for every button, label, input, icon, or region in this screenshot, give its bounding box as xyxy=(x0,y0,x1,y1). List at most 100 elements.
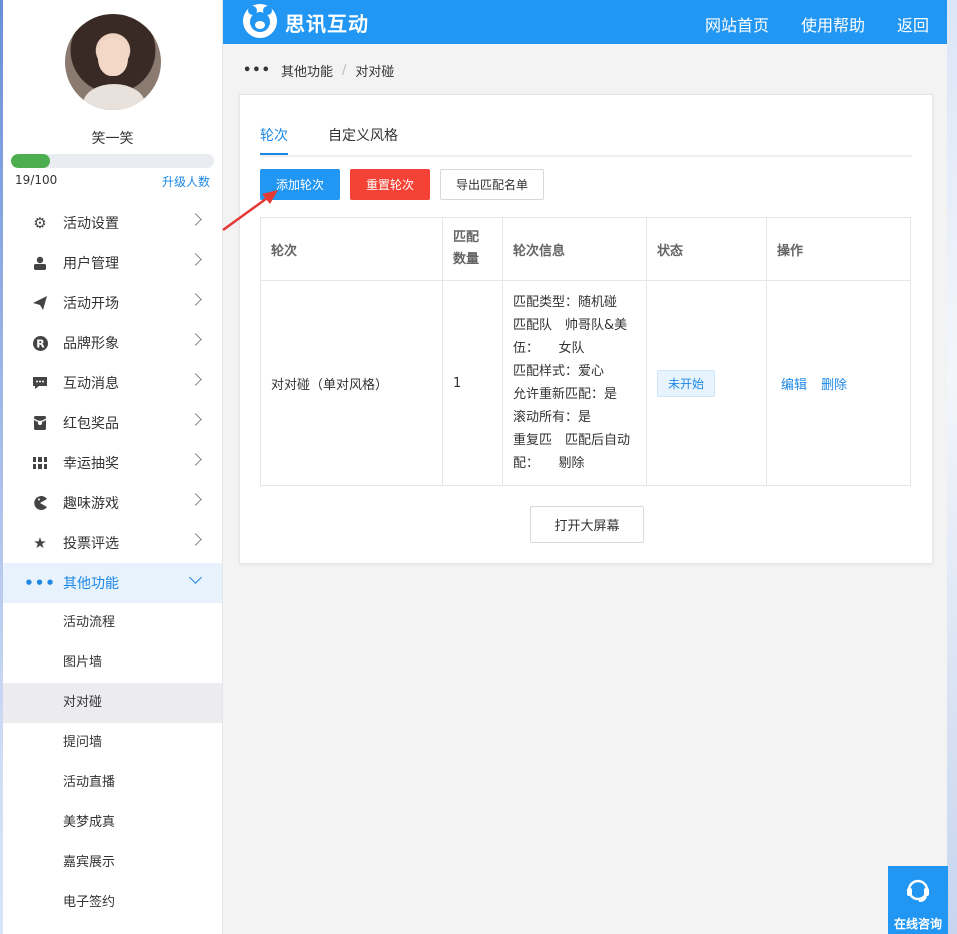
more-dots-icon: ••• xyxy=(243,63,271,78)
main-content: ••• 其他功能 / 对对碰 轮次 自定义风格 添加轮次 重置轮次 导出匹配名单… xyxy=(223,44,947,934)
sidebar-item-voting[interactable]: ★ 投票评选 xyxy=(3,523,222,563)
chevron-right-icon xyxy=(189,413,202,426)
info-line: 配： 剔除 xyxy=(513,456,585,471)
submenu-item-guest-display[interactable]: 嘉宾展示 xyxy=(3,843,222,883)
cell-round-name: 对对碰（单对风格） xyxy=(260,280,443,486)
svg-text:R: R xyxy=(36,337,45,350)
col-round: 轮次 xyxy=(260,217,443,281)
breadcrumb-parent[interactable]: 其他功能 xyxy=(281,61,333,80)
bear-logo-icon xyxy=(243,4,277,38)
sidebar-item-label: 互动消息 xyxy=(63,376,119,392)
sidebar-item-label: 趣味游戏 xyxy=(63,496,119,512)
info-line: 重复匹 匹配后自动 xyxy=(513,433,631,448)
sidebar-item-brand-image[interactable]: R 品牌形象 xyxy=(3,323,222,363)
tab-custom-style[interactable]: 自定义风格 xyxy=(328,125,398,153)
gears-icon: ⚙ xyxy=(33,214,47,232)
sidebar-item-label: 红包奖品 xyxy=(63,416,119,432)
sidebar-item-red-envelope[interactable]: 红包奖品 xyxy=(3,403,222,443)
sidebar-item-label: 投票评选 xyxy=(63,536,119,552)
red-envelope-icon xyxy=(31,414,49,432)
lottery-icon xyxy=(31,454,49,472)
sidebar: 笑一笑 19/100 升级人数 ⚙ 活动设置 用户管理 活动开场 R 品牌形象 … xyxy=(3,0,223,934)
chevron-right-icon xyxy=(189,213,202,226)
cell-status: 未开始 xyxy=(646,280,767,486)
open-big-screen-button[interactable]: 打开大屏幕 xyxy=(530,506,644,543)
submenu-item-dream-come-true[interactable]: 美梦成真 xyxy=(3,803,222,843)
online-consult-button[interactable]: 在线咨询 xyxy=(888,866,948,934)
status-badge: 未开始 xyxy=(657,369,716,397)
table-header-row: 轮次 匹配数量 轮次信息 状态 操作 xyxy=(260,217,911,281)
registered-icon: R xyxy=(31,334,49,352)
submenu-item-photo-wall[interactable]: 图片墙 xyxy=(3,643,222,683)
breadcrumb: ••• 其他功能 / 对对碰 xyxy=(243,61,394,80)
star-icon: ★ xyxy=(33,534,47,552)
quota-progress-text: 19/100 xyxy=(15,173,58,187)
export-match-list-button[interactable]: 导出匹配名单 xyxy=(440,169,544,200)
breadcrumb-current: 对对碰 xyxy=(355,65,395,80)
sidebar-item-label: 幸运抽奖 xyxy=(63,456,119,472)
sidebar-item-label: 品牌形象 xyxy=(63,336,119,352)
sidebar-item-activity-settings[interactable]: ⚙ 活动设置 xyxy=(3,203,222,243)
chevron-right-icon xyxy=(189,253,202,266)
upgrade-link[interactable]: 升级人数 xyxy=(162,173,210,190)
sidebar-item-user-management[interactable]: 用户管理 xyxy=(3,243,222,283)
chevron-right-icon xyxy=(189,533,202,546)
col-match-count: 匹配数量 xyxy=(442,217,503,281)
tab-bar: 轮次 自定义风格 xyxy=(260,125,912,157)
sidebar-item-other-functions[interactable]: ••• 其他功能 xyxy=(3,563,222,603)
paper-plane-icon xyxy=(31,294,49,312)
breadcrumb-separator: / xyxy=(341,63,347,78)
col-actions: 操作 xyxy=(766,217,911,281)
cell-round-info: 匹配类型：随机碰 匹配队 帅哥队&美 伍： 女队 匹配样式：爱心 允许重新匹配：… xyxy=(502,280,647,486)
nav-back-link[interactable]: 返回 xyxy=(897,12,929,36)
username: 笑一笑 xyxy=(91,131,134,147)
online-consult-label: 在线咨询 xyxy=(893,917,942,931)
sidebar-item-label: 其他功能 xyxy=(63,576,119,592)
submenu-item-question-wall[interactable]: 提问墙 xyxy=(3,723,222,763)
sidebar-item-label: 用户管理 xyxy=(63,256,119,272)
submenu-item-e-signature[interactable]: 电子签约 xyxy=(3,883,222,923)
top-nav: 网站首页 使用帮助 返回 xyxy=(705,12,929,36)
info-line: 匹配样式：爱心 xyxy=(513,364,605,379)
chevron-right-icon xyxy=(189,493,202,506)
chat-icon xyxy=(31,374,49,392)
reset-round-button[interactable]: 重置轮次 xyxy=(350,169,430,200)
nav-home-link[interactable]: 网站首页 xyxy=(705,12,769,36)
info-line: 匹配队 帅哥队&美 xyxy=(513,318,628,333)
rounds-table: 轮次 匹配数量 轮次信息 状态 操作 对对碰（单对风格） 1 匹配类型：随机碰 … xyxy=(260,217,911,486)
tab-rounds[interactable]: 轮次 xyxy=(260,125,288,155)
info-line: 匹配类型：随机碰 xyxy=(513,295,618,310)
chevron-right-icon xyxy=(189,333,202,346)
more-dots-icon: ••• xyxy=(24,574,56,592)
avatar-shoulder xyxy=(83,84,145,110)
sidebar-item-activity-opening[interactable]: 活动开场 xyxy=(3,283,222,323)
submenu-item-live-stream[interactable]: 活动直播 xyxy=(3,763,222,803)
table-row: 对对碰（单对风格） 1 匹配类型：随机碰 匹配队 帅哥队&美 伍： 女队 匹配样… xyxy=(260,280,911,486)
chevron-right-icon xyxy=(189,453,202,466)
col-round-info: 轮次信息 xyxy=(502,217,647,281)
sidebar-item-label: 活动开场 xyxy=(63,296,119,312)
edit-link[interactable]: 编辑 xyxy=(781,378,807,393)
nav-help-link[interactable]: 使用帮助 xyxy=(801,12,865,36)
sidebar-item-fun-games[interactable]: 趣味游戏 xyxy=(3,483,222,523)
sidebar-item-interactive-messages[interactable]: 互动消息 xyxy=(3,363,222,403)
headset-icon xyxy=(907,879,929,902)
sidebar-menu: ⚙ 活动设置 用户管理 活动开场 R 品牌形象 互动消息 红包奖品 幸运抽奖 趣… xyxy=(3,203,222,923)
submenu-item-pair-match[interactable]: 对对碰 xyxy=(3,683,222,723)
quota-progress-fill xyxy=(11,154,50,168)
user-card-icon xyxy=(31,254,49,272)
content-card: 轮次 自定义风格 添加轮次 重置轮次 导出匹配名单 轮次 匹配数量 轮次信息 状… xyxy=(239,94,933,564)
chevron-down-icon xyxy=(189,571,202,584)
info-line: 伍： 女队 xyxy=(513,341,585,356)
avatar[interactable] xyxy=(65,14,161,110)
col-status: 状态 xyxy=(646,217,767,281)
info-line: 允许重新匹配：是 xyxy=(513,387,618,402)
submenu-item-activity-flow[interactable]: 活动流程 xyxy=(3,603,222,643)
col-match-count-label: 匹配数量 xyxy=(453,230,480,267)
cell-actions: 编辑 删除 xyxy=(766,280,911,486)
quota-progress-bar xyxy=(11,154,214,168)
sidebar-item-label: 活动设置 xyxy=(63,216,119,232)
chevron-right-icon xyxy=(189,293,202,306)
sidebar-item-lucky-draw[interactable]: 幸运抽奖 xyxy=(3,443,222,483)
delete-link[interactable]: 删除 xyxy=(821,378,847,393)
